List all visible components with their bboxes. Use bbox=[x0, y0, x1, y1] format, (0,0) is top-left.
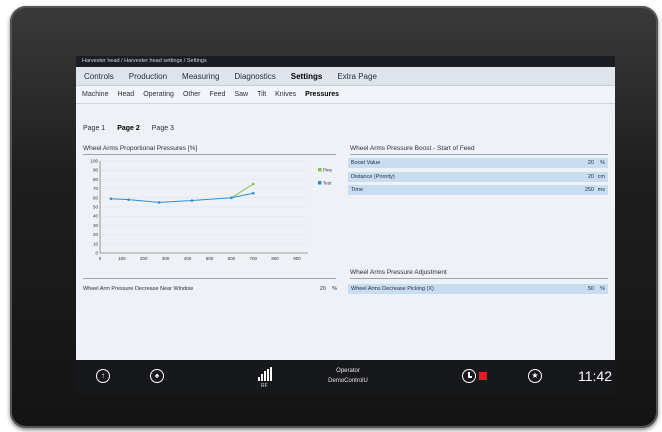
pressure-chart-svg: 0 10 20 30 40 50 60 70 80 90 100 0 100 200 300 400 500 60… bbox=[90, 159, 333, 262]
tab-settings[interactable]: Settings bbox=[291, 72, 323, 81]
x-tick-label: 100 bbox=[118, 256, 126, 261]
subtab-tilt[interactable]: Tilt bbox=[257, 91, 266, 98]
x-tick-label: 700 bbox=[250, 256, 258, 261]
adjustment-section-title: Wheel Arms Pressure Adjustment bbox=[350, 269, 447, 276]
page-2-button[interactable]: Page 2 bbox=[117, 125, 140, 132]
subtab-feed[interactable]: Feed bbox=[209, 91, 225, 98]
signal-strength-icon bbox=[258, 367, 274, 381]
y-tick-label: 0 bbox=[95, 251, 98, 256]
clock-time: 11:42 bbox=[578, 368, 612, 384]
tab-extra-page[interactable]: Extra Page bbox=[337, 72, 377, 81]
tab-diagnostics[interactable]: Diagnostics bbox=[234, 72, 275, 81]
decrease-near-window-label: Wheel Arm Pressure Decrease Near Window bbox=[83, 286, 194, 292]
data-point-test bbox=[127, 198, 130, 201]
time-value: 250 bbox=[584, 187, 594, 193]
legend-label-pine: Pine bbox=[323, 168, 333, 173]
y-tick-label: 10 bbox=[93, 241, 99, 246]
boost-value-row[interactable]: Boost Value 20 % bbox=[348, 158, 608, 168]
time-label: Time bbox=[351, 187, 364, 193]
data-point-pine bbox=[251, 182, 255, 186]
y-tick-label: 50 bbox=[93, 205, 99, 210]
screen: Harvester head / Harvester head settings… bbox=[76, 56, 615, 394]
page-3-button[interactable]: Page 3 bbox=[152, 125, 174, 132]
decrease-picking-value: 50 bbox=[587, 286, 594, 292]
main-tab-bar: Controls Production Measuring Diagnostic… bbox=[76, 67, 615, 86]
breadcrumb: Harvester head / Harvester head settings… bbox=[76, 56, 615, 67]
legend-swatch-pine bbox=[318, 168, 322, 172]
decrease-near-window-row[interactable]: Wheel Arm Pressure Decrease Near Window … bbox=[80, 284, 340, 294]
bottom-bar: ↑ ♠ RF Operator DemoControlU ★ 11:42 bbox=[76, 360, 615, 394]
boost-value-unit: % bbox=[600, 160, 605, 166]
y-tick-label: 100 bbox=[90, 159, 98, 164]
x-tick-label: 500 bbox=[206, 256, 214, 261]
x-tick-label: 200 bbox=[140, 256, 148, 261]
alarm-status-indicator bbox=[479, 372, 487, 380]
sub-tab-bar: Machine Head Operating Other Feed Saw Ti… bbox=[76, 86, 615, 104]
boost-value-value: 20 bbox=[587, 160, 594, 166]
tab-controls[interactable]: Controls bbox=[84, 72, 114, 81]
subtab-machine[interactable]: Machine bbox=[82, 91, 108, 98]
legend-swatch-test bbox=[318, 181, 322, 185]
subtab-head[interactable]: Head bbox=[117, 91, 134, 98]
favorites-button[interactable]: ★ bbox=[528, 369, 542, 383]
operator-label: Operator bbox=[336, 368, 360, 374]
tab-production[interactable]: Production bbox=[129, 72, 167, 81]
tab-measuring[interactable]: Measuring bbox=[182, 72, 219, 81]
tablet-device-frame: Harvester head / Harvester head settings… bbox=[10, 6, 658, 428]
boost-value-label: Boost Value bbox=[351, 160, 381, 166]
data-point-test bbox=[251, 191, 255, 195]
y-tick-label: 30 bbox=[93, 223, 99, 228]
decrease-near-window-value: 20 bbox=[319, 286, 326, 292]
x-tick-label: 300 bbox=[162, 256, 170, 261]
subtab-knives[interactable]: Knives bbox=[275, 91, 296, 98]
up-arrow-icon: ↑ bbox=[101, 371, 105, 380]
y-tick-label: 40 bbox=[93, 214, 99, 219]
up-arrow-button[interactable]: ↑ bbox=[96, 369, 110, 383]
subtab-operating[interactable]: Operating bbox=[143, 91, 174, 98]
distance-priority-value: 20 bbox=[587, 174, 594, 180]
distance-priority-row[interactable]: Distance (Priority) 20 cm bbox=[348, 172, 608, 182]
section-divider bbox=[83, 278, 336, 279]
data-point-test bbox=[230, 196, 233, 200]
page-1-button[interactable]: Page 1 bbox=[83, 125, 105, 132]
x-tick-label: 800 bbox=[271, 256, 279, 261]
data-point-test bbox=[190, 199, 194, 202]
y-tick-label: 80 bbox=[93, 177, 99, 182]
y-tick-label: 70 bbox=[93, 186, 99, 191]
data-point-test bbox=[157, 201, 161, 204]
y-tick-label: 90 bbox=[93, 168, 99, 173]
boost-section-title: Wheel Arms Pressure Boost - Start of Fee… bbox=[350, 145, 475, 152]
page-selector: Page 1 Page 2 Page 3 bbox=[83, 125, 186, 132]
x-tick-label: 0 bbox=[99, 256, 102, 261]
star-icon: ★ bbox=[531, 371, 539, 380]
decrease-picking-label: Wheel Arms Decrease Picking (X) bbox=[351, 286, 434, 292]
pressure-chart[interactable]: 0 10 20 30 40 50 60 70 80 90 100 0 100 200 300 400 500 60… bbox=[76, 155, 338, 265]
section-divider bbox=[350, 154, 608, 155]
decrease-picking-row[interactable]: Wheel Arms Decrease Picking (X) 50 % bbox=[348, 284, 608, 294]
legend-label-test: Test bbox=[323, 181, 332, 186]
decrease-near-window-unit: % bbox=[332, 286, 337, 292]
operator-name: DemoControlU bbox=[328, 378, 368, 384]
clock-icon[interactable] bbox=[462, 369, 476, 383]
x-tick-label: 400 bbox=[184, 256, 192, 261]
distance-priority-unit: cm bbox=[597, 174, 605, 180]
decrease-picking-unit: % bbox=[600, 286, 605, 292]
y-tick-label: 20 bbox=[93, 232, 99, 237]
signal-label: RF bbox=[261, 383, 268, 389]
y-tick-label: 60 bbox=[93, 195, 99, 200]
distance-priority-label: Distance (Priority) bbox=[351, 174, 395, 180]
time-row[interactable]: Time 250 ms bbox=[348, 185, 608, 195]
subtab-saw[interactable]: Saw bbox=[234, 91, 248, 98]
data-point-test bbox=[109, 197, 113, 201]
bell-icon: ♠ bbox=[154, 371, 160, 380]
subtab-other[interactable]: Other bbox=[183, 91, 201, 98]
operator-info[interactable]: Operator DemoControlU bbox=[308, 366, 388, 386]
alarm-bell-button[interactable]: ♠ bbox=[150, 369, 164, 383]
section-divider bbox=[350, 278, 608, 279]
x-tick-label: 900 bbox=[293, 256, 301, 261]
time-unit: ms bbox=[597, 187, 605, 193]
x-tick-label: 600 bbox=[228, 256, 236, 261]
chart-section-title: Wheel Arms Proportional Pressures [%] bbox=[83, 145, 198, 152]
subtab-pressures[interactable]: Pressures bbox=[305, 91, 339, 98]
